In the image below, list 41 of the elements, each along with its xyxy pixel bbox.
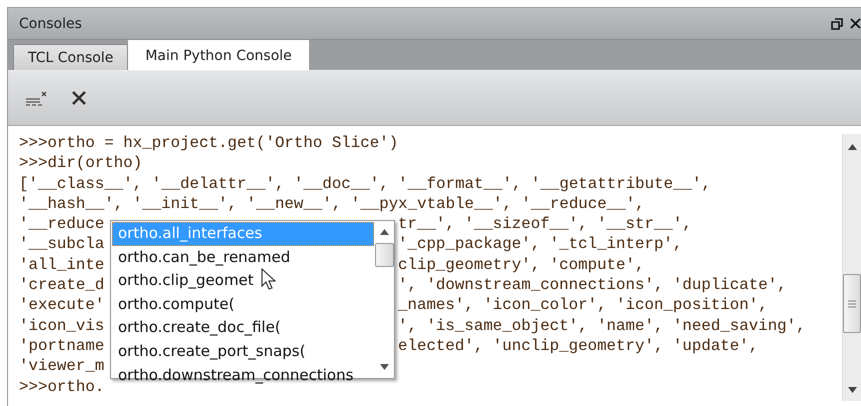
panel-title: Consoles bbox=[19, 16, 82, 32]
autocomplete-item[interactable]: ortho.create_port_snaps( bbox=[112, 340, 374, 364]
scrollbar[interactable] bbox=[842, 134, 861, 401]
scroll-down-icon[interactable] bbox=[848, 387, 856, 393]
close-icon[interactable] bbox=[71, 90, 87, 106]
console-tab[interactable]: Main Python Console bbox=[128, 40, 309, 70]
pointer-icon bbox=[261, 268, 277, 290]
console-line: 'all_inte bbox=[19, 254, 104, 276]
console-line: ['__class__', '__delattr__', '__doc__', '__format__', '__getattribute__', bbox=[19, 174, 712, 194]
console-line: 'execute' bbox=[19, 295, 104, 316]
autocomplete-item[interactable]: ortho.can_be_renamed bbox=[112, 246, 374, 270]
autocomplete-item[interactable]: ortho.compute( bbox=[112, 292, 374, 316]
scroll-down-icon[interactable] bbox=[380, 364, 388, 370]
scroll-up-icon[interactable] bbox=[380, 229, 388, 235]
console-line: ', 'is_same_object', 'name', 'need_saving', bbox=[398, 316, 806, 336]
console-line: '__subcla bbox=[19, 234, 104, 255]
autocomplete-item[interactable]: ortho.downstream_connections bbox=[112, 364, 374, 388]
autocomplete-item[interactable]: ortho.create_doc_file( bbox=[112, 316, 374, 340]
scroll-thumb[interactable] bbox=[843, 274, 861, 333]
console-line: 'portname bbox=[19, 336, 104, 356]
console-line: ', 'downstream_connections', 'duplicate', bbox=[398, 275, 787, 296]
console-line: >>>ortho. bbox=[19, 376, 104, 397]
console-line: 'create_d bbox=[19, 275, 104, 296]
scroll-up-icon[interactable] bbox=[848, 144, 856, 150]
console-line: clip_geometry', 'compute', bbox=[398, 254, 644, 276]
console-tab[interactable]: TCL Console bbox=[13, 44, 128, 70]
console-line: 'viewer_m bbox=[19, 356, 104, 377]
console-line: tr__', '__sizeof__', '__str__', bbox=[398, 214, 692, 234]
console-line: '_cpp_package', '_tcl_interp', bbox=[398, 234, 682, 255]
console-line: elected', 'unclip_geometry', 'update', bbox=[398, 336, 758, 356]
close-icon[interactable] bbox=[850, 18, 861, 29]
console-line: >>>ortho = hx_project.get('Ortho Slice') bbox=[19, 133, 398, 154]
scroll-thumb[interactable] bbox=[374, 243, 394, 267]
console-line: '__hash__', '__init__', '__new__', '__pyx_vtable__', '__reduce__', bbox=[19, 194, 645, 214]
console-line: 'icon_vis bbox=[19, 316, 104, 336]
console-line: _names', 'icon_color', 'icon_position', bbox=[398, 295, 768, 316]
clear-lines-icon[interactable] bbox=[25, 89, 49, 107]
console-line: '__reduce bbox=[19, 214, 104, 234]
autocomplete-item[interactable]: ortho.clip_geomet bbox=[112, 269, 374, 293]
restore-icon[interactable] bbox=[831, 18, 843, 30]
console-line: >>>dir(ortho) bbox=[19, 153, 142, 174]
